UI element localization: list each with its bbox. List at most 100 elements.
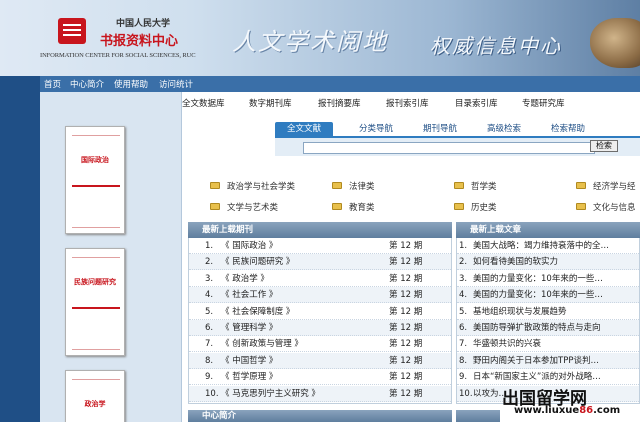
journal-title-link[interactable]: 《 民族问题研究 》 <box>221 254 294 270</box>
site-logo[interactable]: 中国人民大学 书报资料中心 INFORMATION CENTER FOR SOC… <box>40 10 200 65</box>
article-row[interactable]: 1. 美国大战略：竭力维持衰落中的全… <box>457 238 639 254</box>
article-row[interactable]: 7. 华盛顿共识的兴衰 <box>457 336 639 353</box>
journal-row[interactable]: 10. 《 马克思列宁主义研究 》 第 12 期 <box>189 385 451 402</box>
article-title-link[interactable]: 华盛顿共识的兴衰 <box>473 336 541 352</box>
cover-rule <box>72 227 120 228</box>
journal-row[interactable]: 1. 《 国际政治 》 第 12 期 <box>189 238 451 254</box>
watermark-url: www.liuxue86.com <box>514 405 620 416</box>
article-title-link[interactable]: 如何看待美国的软实力 <box>473 254 558 270</box>
search-panel: 全文文献 分类导航 期刊导航 高级检索 检索帮助 <box>275 122 640 156</box>
watermark-url-num: 86 <box>579 405 594 416</box>
journal-row[interactable]: 4. 《 社会工作 》 第 12 期 <box>189 287 451 304</box>
nav-stats[interactable]: 访问统计 <box>159 78 193 90</box>
category-label: 文化与信息 <box>593 203 636 213</box>
db-catalog[interactable]: 目录索引库 <box>455 97 498 109</box>
row-number: 9. <box>205 372 214 383</box>
tab-help[interactable]: 检索帮助 <box>551 122 585 136</box>
row-number: 7. <box>205 339 214 350</box>
search-button[interactable]: 检索 <box>590 140 618 152</box>
journal-row[interactable]: 3. 《 政治学 》 第 12 期 <box>189 271 451 287</box>
db-abstracts[interactable]: 报刊摘要库 <box>318 97 361 109</box>
db-fulltext[interactable]: 全文数据库 <box>182 97 225 109</box>
article-title-link[interactable]: 日本“新国家主义”派的对外战略… <box>473 369 601 385</box>
journal-row[interactable]: 5. 《 社会保障制度 》 第 12 期 <box>189 304 451 320</box>
center-name-cn: 书报资料中心 <box>100 34 179 49</box>
category-culture[interactable]: 文化与信息 <box>576 201 636 213</box>
book-logo-icon <box>58 18 86 44</box>
nav-about[interactable]: 中心简介 <box>70 78 104 90</box>
row-number: 5. <box>459 306 468 317</box>
category-law[interactable]: 法律类 <box>332 180 375 192</box>
journal-row[interactable]: 9. 《 哲学原理 》 第 12 期 <box>189 369 451 386</box>
article-row[interactable]: 2. 如何看待美国的软实力 <box>457 254 639 271</box>
folder-icon <box>576 203 586 210</box>
category-history[interactable]: 历史类 <box>454 201 497 213</box>
org-name-cn: 中国人民大学 <box>116 19 171 29</box>
tab-category[interactable]: 分类导航 <box>359 122 393 136</box>
db-index[interactable]: 报刊索引库 <box>386 97 429 109</box>
article-row[interactable]: 9. 日本“新国家主义”派的对外战略… <box>457 369 639 386</box>
watermark-url-suffix: .com <box>593 405 621 416</box>
journal-cover[interactable]: 民族问题研究 <box>65 248 125 356</box>
article-row[interactable]: 8. 野田内阁关于日本参加TPP谈判… <box>457 352 639 369</box>
journal-title-link[interactable]: 《 政治学 》 <box>221 271 269 287</box>
journal-issue: 第 12 期 <box>389 355 423 366</box>
journal-cover[interactable]: 政治学 <box>65 370 125 422</box>
folder-icon <box>210 203 220 210</box>
journal-issue: 第 12 期 <box>389 372 423 383</box>
article-title-link[interactable]: 基地组织现状与发展趋势 <box>473 304 567 320</box>
tab-journal[interactable]: 期刊导航 <box>423 122 457 136</box>
row-number: 9. <box>459 372 468 383</box>
journal-title-link[interactable]: 《 国际政治 》 <box>221 238 277 254</box>
row-number: 6. <box>459 323 468 333</box>
article-row[interactable]: 3. 美国的力量变化：10年来的一些… <box>457 271 639 287</box>
journal-title-link[interactable]: 《 创新政策与管理 》 <box>221 336 303 352</box>
journal-row[interactable]: 2. 《 民族问题研究 》 第 12 期 <box>189 254 451 271</box>
journal-title-link[interactable]: 《 马克思列宁主义研究 》 <box>221 386 320 402</box>
row-number: 2. <box>205 257 214 268</box>
category-literature[interactable]: 文学与艺术类 <box>210 201 278 213</box>
category-label: 政治学与社会学类 <box>227 182 296 192</box>
journal-cover-title: 国际政治 <box>81 156 109 164</box>
latest-articles-heading: 最新上载文章 <box>456 222 640 238</box>
category-politics[interactable]: 政治学与社会学类 <box>210 180 295 192</box>
row-number: 7. <box>459 339 468 350</box>
article-row[interactable]: 6. 美国防导弹扩散政策的特点与走向 <box>457 320 639 336</box>
category-label: 经济学与经 <box>593 182 636 192</box>
journal-title-link[interactable]: 《 社会保障制度 》 <box>221 304 294 320</box>
category-philosophy[interactable]: 哲学类 <box>454 180 497 192</box>
row-number: 4. <box>459 290 468 301</box>
row-number: 5. <box>205 306 214 317</box>
article-title-link[interactable]: 野田内阁关于日本参加TPP谈判… <box>473 353 599 369</box>
db-special[interactable]: 专题研究库 <box>522 97 565 109</box>
decorative-rock-image <box>590 18 640 68</box>
tab-fulltext[interactable]: 全文文献 <box>275 122 334 136</box>
article-title-link[interactable]: 美国的力量变化：10年来的一些… <box>473 287 603 303</box>
article-row[interactable]: 4. 美国的力量变化：10年来的一些… <box>457 287 639 304</box>
journal-title-link[interactable]: 《 哲学原理 》 <box>221 369 277 385</box>
journal-cover[interactable]: 国际政治 <box>65 126 125 234</box>
row-number: 8. <box>205 355 214 366</box>
db-digital-journals[interactable]: 数字期刊库 <box>249 97 292 109</box>
nav-home[interactable]: 首页 <box>44 78 61 90</box>
category-education[interactable]: 教育类 <box>332 201 375 213</box>
article-title-link[interactable]: 美国防导弹扩散政策的特点与走向 <box>473 320 601 336</box>
category-economics[interactable]: 经济学与经 <box>576 180 636 192</box>
journal-title-link[interactable]: 《 社会工作 》 <box>221 287 277 303</box>
center-intro-heading: 中心简介 <box>188 410 452 422</box>
article-title-link[interactable]: 美国的力量变化：10年来的一些… <box>473 271 603 287</box>
latest-journals-heading: 最新上载期刊 <box>188 222 452 238</box>
journal-row[interactable]: 7. 《 创新政策与管理 》 第 12 期 <box>189 336 451 353</box>
journal-row[interactable]: 8. 《 中国哲学 》 第 12 期 <box>189 352 451 369</box>
search-input[interactable] <box>303 142 595 154</box>
article-row[interactable]: 5. 基地组织现状与发展趋势 <box>457 304 639 320</box>
nav-help[interactable]: 使用帮助 <box>114 78 148 90</box>
latest-journals-list: 1. 《 国际政治 》第 12 期 2. 《 民族问题研究 》第 12 期 3. 《 政治… <box>188 238 452 404</box>
journal-row[interactable]: 6. 《 管理科学 》 第 12 期 <box>189 320 451 336</box>
journal-title-link[interactable]: 《 中国哲学 》 <box>221 353 277 369</box>
journal-title-link[interactable]: 《 管理科学 》 <box>221 320 277 336</box>
latest-articles-list: 1. 美国大战略：竭力维持衰落中的全… 2. 如何看待美国的软实力 3. 美国的力量变化：… <box>456 238 640 404</box>
slogan-2: 权威信息中心 <box>430 34 562 58</box>
tab-advanced[interactable]: 高级检索 <box>487 122 521 136</box>
article-title-link[interactable]: 美国大战略：竭力维持衰落中的全… <box>473 238 609 254</box>
